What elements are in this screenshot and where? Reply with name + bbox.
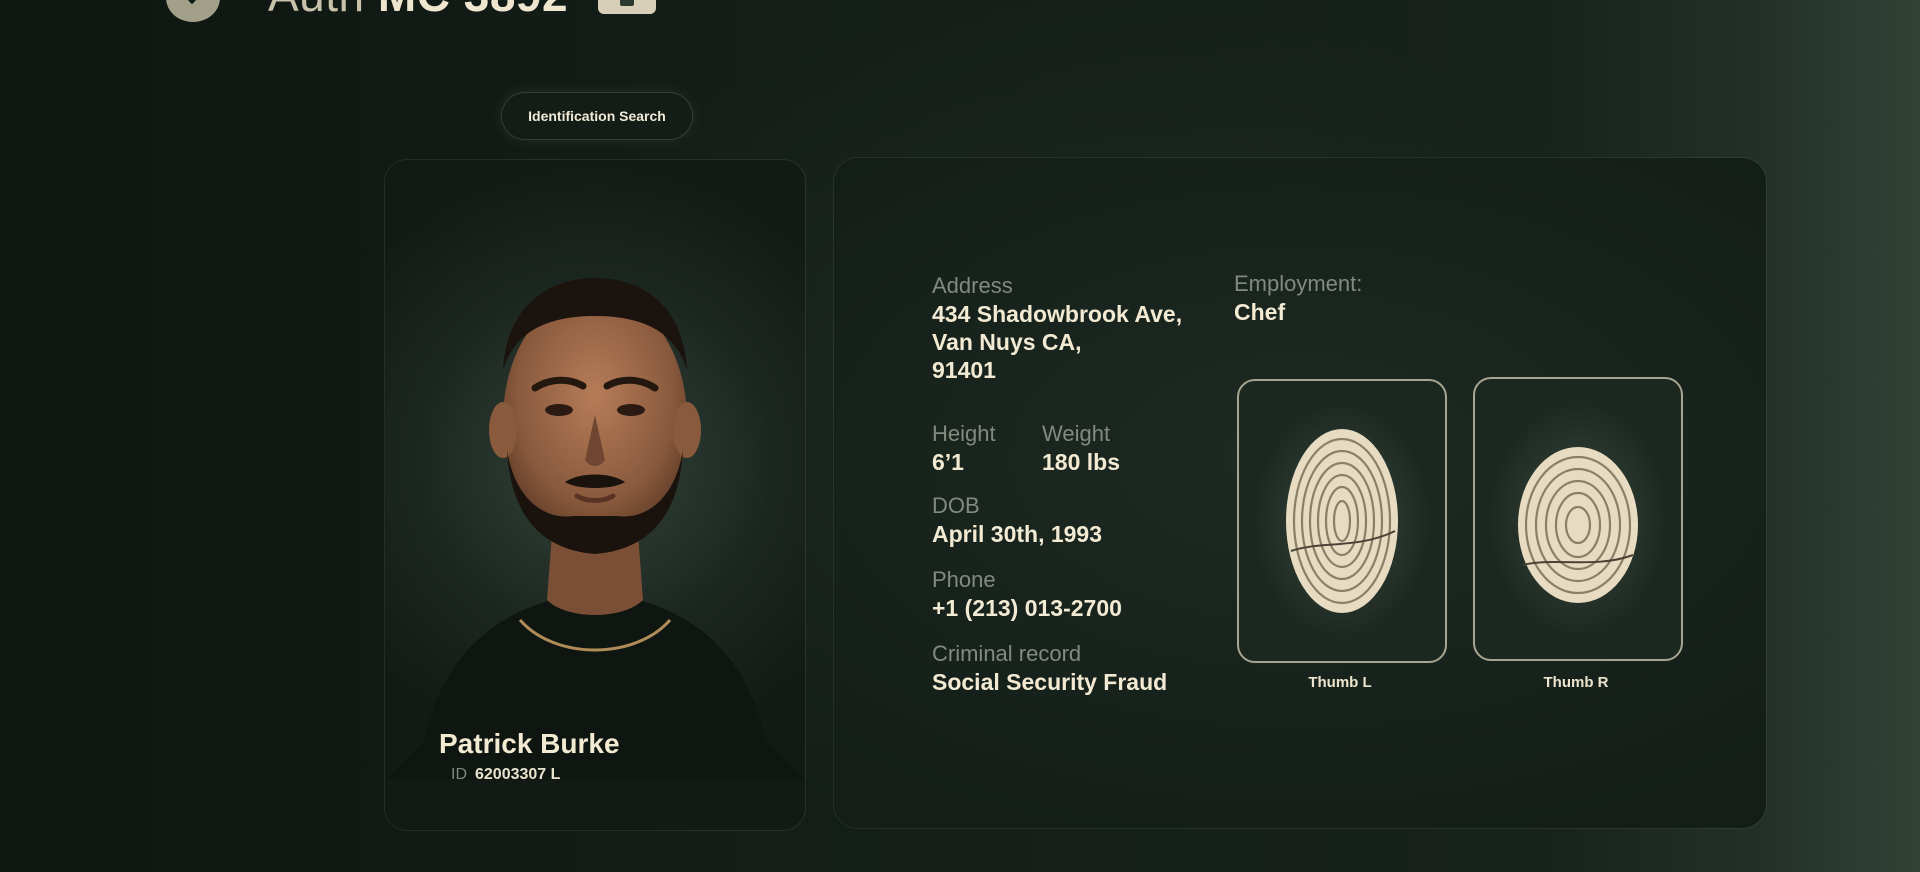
phone-field: Phone +1 (213) 013-2700 (932, 566, 1122, 622)
address-field: Address 434 Shadowbrook Ave, Van Nuys CA… (932, 272, 1182, 384)
address-line-2: Van Nuys CA, (932, 329, 1082, 355)
phone-value: +1 (213) 013-2700 (932, 595, 1122, 621)
criminal-record-label: Criminal record (932, 641, 1082, 666)
details-card: Address 434 Shadowbrook Ave, Van Nuys CA… (834, 158, 1766, 828)
badge-icon (620, 0, 634, 6)
profile-card: Patrick Burke ID 62003307 L (385, 160, 805, 830)
back-button[interactable] (166, 0, 220, 22)
employment-label: Employment: (1234, 271, 1363, 296)
thumb-left-print[interactable] (1237, 379, 1447, 663)
dob-value: April 30th, 1993 (932, 521, 1103, 547)
criminal-record-field: Criminal record Social Security Fraud (932, 640, 1167, 696)
identification-screen: Auth MC 3892 Identification Search (0, 0, 1920, 872)
edge-vignette (1760, 0, 1920, 872)
height-field: Height 6’1 (932, 420, 996, 476)
address-label: Address (932, 273, 1013, 298)
weight-value: 180 lbs (1042, 449, 1120, 475)
thumb-left-label: Thumb L (1308, 674, 1372, 691)
fingerprint-icon (1286, 429, 1398, 613)
id-value: 62003307 L (475, 766, 561, 783)
phone-label: Phone (932, 567, 996, 592)
height-label: Height (932, 421, 996, 446)
arrow-down-icon (177, 0, 207, 5)
title-prefix: Auth (268, 0, 365, 21)
thumb-right-print[interactable] (1473, 377, 1683, 661)
person-name: Patrick Burke (439, 728, 620, 759)
person-id: ID 62003307 L (451, 766, 560, 784)
address-line-1: 434 Shadowbrook Ave, (932, 301, 1183, 327)
identification-search-button[interactable]: Identification Search (502, 93, 692, 139)
fingerprint-icon (1518, 447, 1638, 603)
page-title: Auth MC 3892 (268, 0, 568, 20)
status-badge (598, 0, 656, 14)
dob-label: DOB (932, 493, 980, 518)
employment-field: Employment: Chef (1234, 270, 1362, 326)
dob-field: DOB April 30th, 1993 (932, 492, 1102, 548)
title-code: MC 3892 (378, 0, 568, 21)
employment-value: Chef (1234, 299, 1286, 325)
height-value: 6’1 (932, 449, 964, 475)
thumb-right-label: Thumb R (1543, 674, 1609, 691)
criminal-record-value: Social Security Fraud (932, 669, 1168, 695)
profile-photo (385, 278, 805, 780)
id-label: ID (451, 766, 467, 783)
address-line-3: 91401 (932, 357, 996, 383)
weight-field: Weight 180 lbs (1042, 420, 1120, 476)
weight-label: Weight (1042, 421, 1111, 446)
